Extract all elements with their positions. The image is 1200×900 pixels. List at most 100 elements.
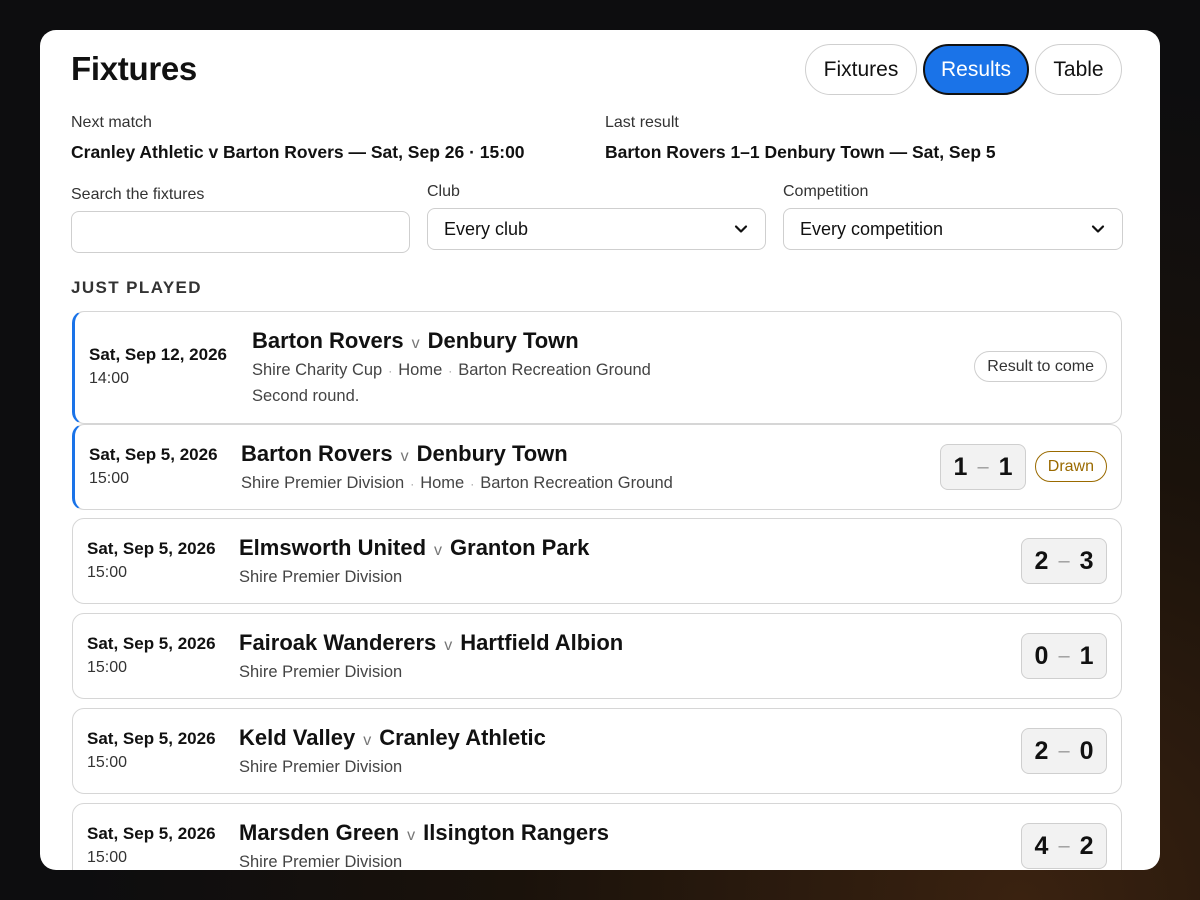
competition-name: Shire Charity Cup [252, 361, 383, 379]
home-score: 1 [953, 452, 968, 481]
home-team: Barton Rovers [252, 328, 404, 353]
ground-name: Barton Recreation Ground [480, 474, 673, 492]
last-result-value: Barton Rovers 1–1 Denbury Town — Sat, Se… [605, 142, 996, 162]
match-row[interactable]: Sat, Sep 5, 2026 15:00 Marsden Green v Ils… [72, 803, 1122, 870]
tab-table[interactable]: Table [1035, 44, 1122, 95]
competition-name: Shire Premier Division [239, 568, 403, 586]
away-team: Denbury Town [427, 328, 579, 353]
score-box: 0–1 [1021, 633, 1107, 679]
home-score: 2 [1034, 736, 1049, 765]
match-date: Sat, Sep 12, 2026 [89, 345, 227, 364]
match-time: 15:00 [87, 754, 128, 771]
match-time: 15:00 [87, 849, 128, 866]
match-date: Sat, Sep 5, 2026 [87, 729, 216, 748]
score-box: 2–0 [1021, 728, 1107, 774]
match-time: 15:00 [87, 659, 128, 676]
match-row[interactable]: Sat, Sep 5, 2026 15:00 Fairoak Wanderers… [72, 613, 1122, 699]
home-team: Barton Rovers [241, 441, 393, 466]
view-tabs: Fixtures Results Table [805, 44, 1122, 95]
home-score: 0 [1034, 641, 1049, 670]
match-time: 15:00 [87, 564, 128, 581]
home-score: 4 [1034, 831, 1049, 860]
match-teams: Barton Rovers v Denbury Town [252, 328, 579, 354]
away-team: Cranley Athletic [379, 725, 546, 750]
match-date: Sat, Sep 5, 2026 [89, 445, 218, 464]
match-note: Second round. [252, 387, 360, 405]
away-score: 1 [1079, 641, 1094, 670]
match-date: Sat, Sep 5, 2026 [87, 539, 216, 558]
match-meta: Shire Premier Division [239, 663, 402, 682]
next-match-value: Cranley Athletic v Barton Rovers — Sat, … [71, 142, 525, 162]
search-label: Search the fixtures [71, 186, 205, 203]
away-team: Hartfield Albion [460, 630, 624, 655]
chevron-down-icon [734, 225, 748, 233]
versus-label: v [407, 827, 416, 844]
club-select-value: Every club [444, 218, 529, 239]
page-title: Fixtures [71, 50, 197, 87]
section-heading: JUST PLAYED [71, 278, 202, 297]
venue-type: Home [420, 474, 465, 492]
away-score: 3 [1079, 546, 1094, 575]
club-select[interactable]: Every club [427, 208, 766, 250]
match-meta: Shire Premier Division [239, 568, 402, 587]
outcome-badge: Drawn [1034, 451, 1107, 482]
match-row[interactable]: Sat, Sep 5, 2026 15:00 Barton Rovers v Den… [72, 424, 1122, 510]
score-separator: – [1058, 549, 1070, 572]
score-separator: – [977, 455, 989, 478]
match-meta: Shire Premier Division [239, 853, 402, 870]
away-score: 1 [998, 452, 1013, 481]
score-box: 1–1 [940, 444, 1026, 490]
match-time: 14:00 [89, 370, 130, 387]
competition-name: Shire Premier Division [239, 758, 403, 776]
match-time: 15:00 [89, 470, 130, 487]
competition-select[interactable]: Every competition [783, 208, 1123, 250]
competition-name: Shire Premier Division [239, 853, 403, 870]
match-teams: Fairoak Wanderers v Hartfield Albion [239, 630, 623, 656]
tab-fixtures[interactable]: Fixtures [805, 44, 917, 95]
away-team: Granton Park [450, 535, 590, 560]
match-row[interactable]: Sat, Sep 5, 2026 15:00 Elmsworth United v… [72, 518, 1122, 604]
score-separator: – [1058, 644, 1070, 667]
competition-name: Shire Premier Division [239, 663, 403, 681]
versus-label: v [444, 637, 453, 654]
match-date: Sat, Sep 5, 2026 [87, 824, 216, 843]
competition-select-value: Every competition [800, 218, 944, 239]
tab-results[interactable]: Results [923, 44, 1029, 95]
away-score: 2 [1079, 831, 1094, 860]
away-score: 0 [1079, 736, 1094, 765]
status-badge: Result to come [974, 351, 1107, 382]
match-row[interactable]: Sat, Sep 5, 2026 15:00 Keld Valley v Cranl… [72, 708, 1122, 794]
club-label: Club [427, 183, 460, 200]
match-row[interactable]: Sat, Sep 12, 2026 14:00 Barton Rovers v De… [72, 311, 1122, 424]
home-score: 2 [1034, 546, 1049, 575]
chevron-down-icon [1091, 225, 1105, 233]
competition-name: Shire Premier Division [241, 474, 405, 492]
match-meta: Shire Premier Division · Home · Barton Recre… [241, 474, 673, 492]
match-teams: Barton Rovers v Denbury Town [241, 441, 568, 467]
match-teams: Elmsworth United v Granton Park [239, 535, 589, 561]
versus-label: v [400, 448, 409, 465]
score-separator: – [1058, 834, 1070, 857]
score-box: 4–2 [1021, 823, 1107, 869]
match-teams: Marsden Green v Ilsington Rangers [239, 820, 609, 846]
search-input[interactable] [71, 211, 410, 253]
score-box: 2–3 [1021, 538, 1107, 584]
versus-label: v [411, 335, 420, 352]
home-team: Keld Valley [239, 725, 356, 750]
venue-type: Home [398, 361, 443, 379]
match-meta: Shire Charity Cup · Home · Barton Recreation… [252, 361, 651, 379]
last-result-label: Last result [605, 114, 679, 131]
away-team: Denbury Town [416, 441, 568, 466]
match-date: Sat, Sep 5, 2026 [87, 634, 216, 653]
score-separator: – [1058, 739, 1070, 762]
versus-label: v [434, 542, 443, 559]
next-match-label: Next match [71, 114, 152, 131]
match-teams: Keld Valley v Cranley Athletic [239, 725, 546, 751]
home-team: Elmsworth United [239, 535, 427, 560]
match-meta: Shire Premier Division [239, 758, 402, 777]
fixtures-card: Fixtures Fixtures Results Table Next mat… [40, 30, 1160, 870]
away-team: Ilsington Rangers [423, 820, 609, 845]
versus-label: v [363, 732, 372, 749]
ground-name: Barton Recreation Ground [458, 361, 651, 379]
competition-label: Competition [783, 183, 869, 200]
